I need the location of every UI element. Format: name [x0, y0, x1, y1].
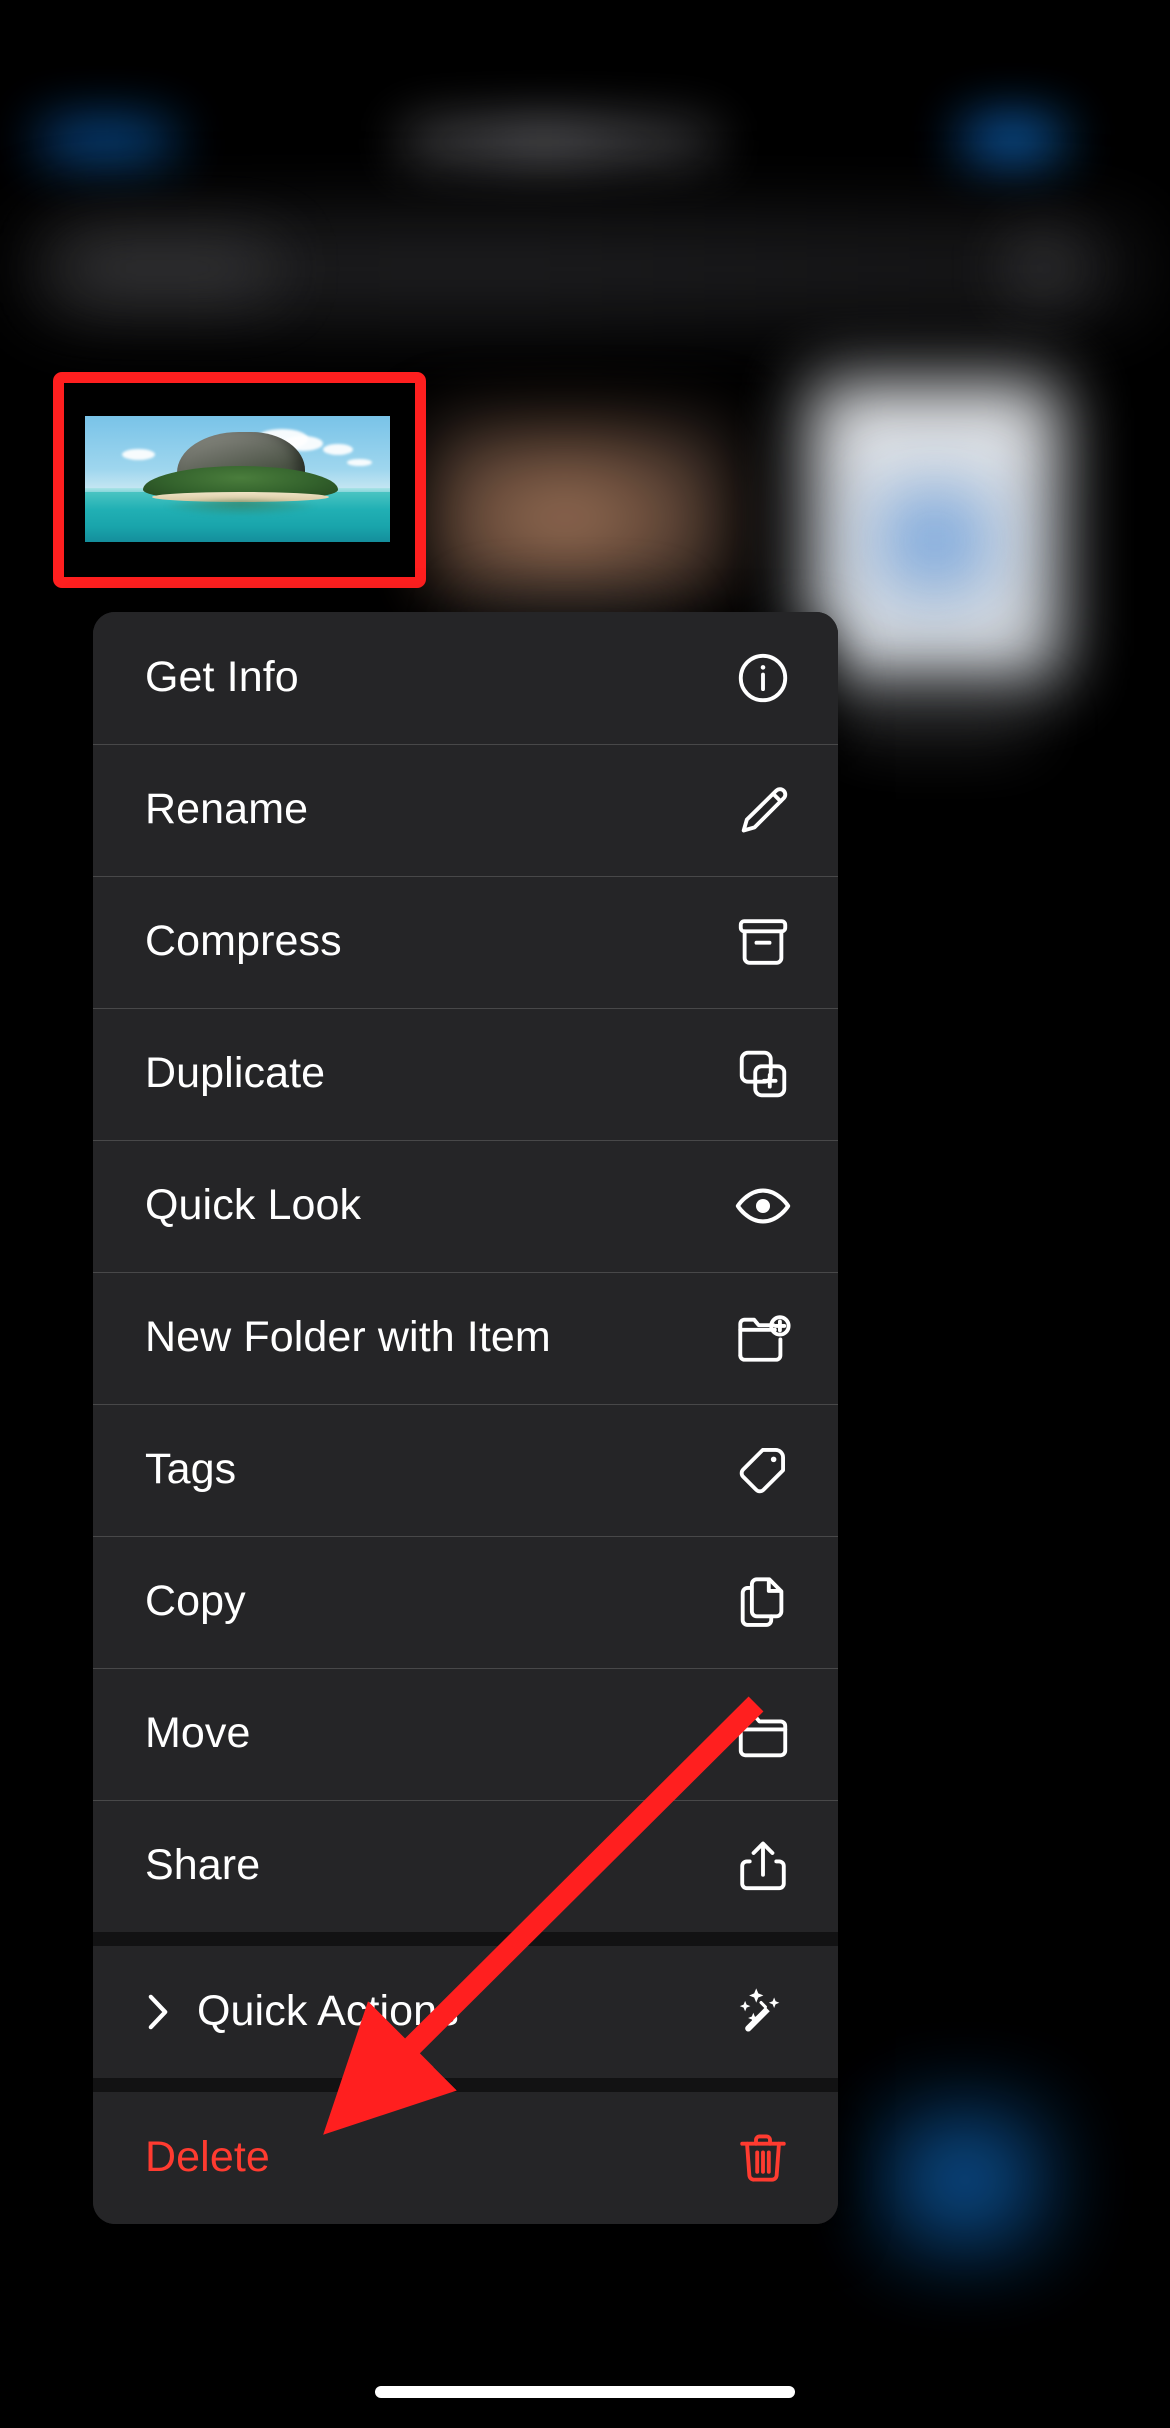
menu-item-tags[interactable]: Tags [93, 1404, 838, 1536]
menu-item-quick-look[interactable]: Quick Look [93, 1140, 838, 1272]
menu-item-label: Copy [145, 1577, 246, 1626]
menu-item-label: Tags [145, 1445, 237, 1494]
selected-file-thumbnail[interactable] [85, 396, 390, 562]
menu-item-copy[interactable]: Copy [93, 1536, 838, 1668]
photo-cloud [121, 448, 156, 461]
menu-item-quick-actions[interactable]: Quick Actions [93, 1946, 838, 2078]
file-tile-label-blurred-2 [838, 712, 1034, 738]
menu-item-label: Delete [145, 2133, 270, 2182]
file-tile-blurred-1 [430, 420, 730, 600]
magic-wand-icon [732, 1981, 794, 2043]
nav-action-button-blurred [960, 118, 1068, 162]
context-menu-group-quick-actions: Quick Actions [93, 1946, 838, 2078]
menu-item-compress[interactable]: Compress [93, 876, 838, 1008]
menu-item-label: Get Info [145, 653, 299, 702]
island-photo [85, 416, 390, 542]
menu-item-label: Duplicate [145, 1049, 326, 1098]
duplicate-icon [732, 1043, 794, 1105]
menu-group-divider [93, 2078, 838, 2092]
tag-icon [732, 1439, 794, 1501]
folder-icon [732, 1703, 794, 1765]
menu-group-divider [93, 1932, 838, 1946]
menu-item-label: Quick Actions [197, 1987, 459, 2036]
eye-icon [732, 1175, 794, 1237]
phone-screen: Get Info Rename Compress Duplicate Quick… [0, 0, 1170, 2428]
home-indicator[interactable] [375, 2386, 795, 2398]
menu-item-label: Move [145, 1709, 251, 1758]
nav-back-button-blurred [38, 120, 178, 162]
pencil-icon [732, 779, 794, 841]
menu-item-label: Share [145, 1841, 261, 1890]
search-placeholder-blurred [62, 250, 272, 286]
file-tile-icon-blurred-2 [880, 490, 990, 590]
menu-item-duplicate[interactable]: Duplicate [93, 1008, 838, 1140]
menu-item-get-info[interactable]: Get Info [93, 612, 838, 744]
microphone-icon-blurred [1020, 246, 1068, 290]
folder-plus-icon [732, 1307, 794, 1369]
copy-docs-icon [732, 1571, 794, 1633]
context-menu[interactable]: Get Info Rename Compress Duplicate Quick… [93, 612, 838, 2224]
nav-title-blurred [400, 122, 720, 162]
menu-item-label: Compress [145, 917, 342, 966]
archivebox-icon [732, 911, 794, 973]
info-circle-icon [732, 647, 794, 709]
menu-item-new-folder-with-item[interactable]: New Folder with Item [93, 1272, 838, 1404]
file-tile-blurred-3 [880, 2105, 1050, 2255]
menu-item-share[interactable]: Share [93, 1800, 838, 1932]
share-icon [732, 1835, 794, 1897]
chevron-right-icon [145, 1992, 179, 2032]
menu-item-delete[interactable]: Delete [93, 2092, 838, 2224]
context-menu-group-destructive: Delete [93, 2092, 838, 2224]
menu-item-label: Rename [145, 785, 309, 834]
menu-item-label: Quick Look [145, 1181, 362, 1230]
menu-item-label: New Folder with Item [145, 1313, 551, 1362]
menu-item-move[interactable]: Move [93, 1668, 838, 1800]
context-menu-group-primary: Get Info Rename Compress Duplicate Quick… [93, 612, 838, 1932]
menu-item-rename[interactable]: Rename [93, 744, 838, 876]
photo-island-reflection [164, 500, 317, 516]
trash-icon [732, 2127, 794, 2189]
